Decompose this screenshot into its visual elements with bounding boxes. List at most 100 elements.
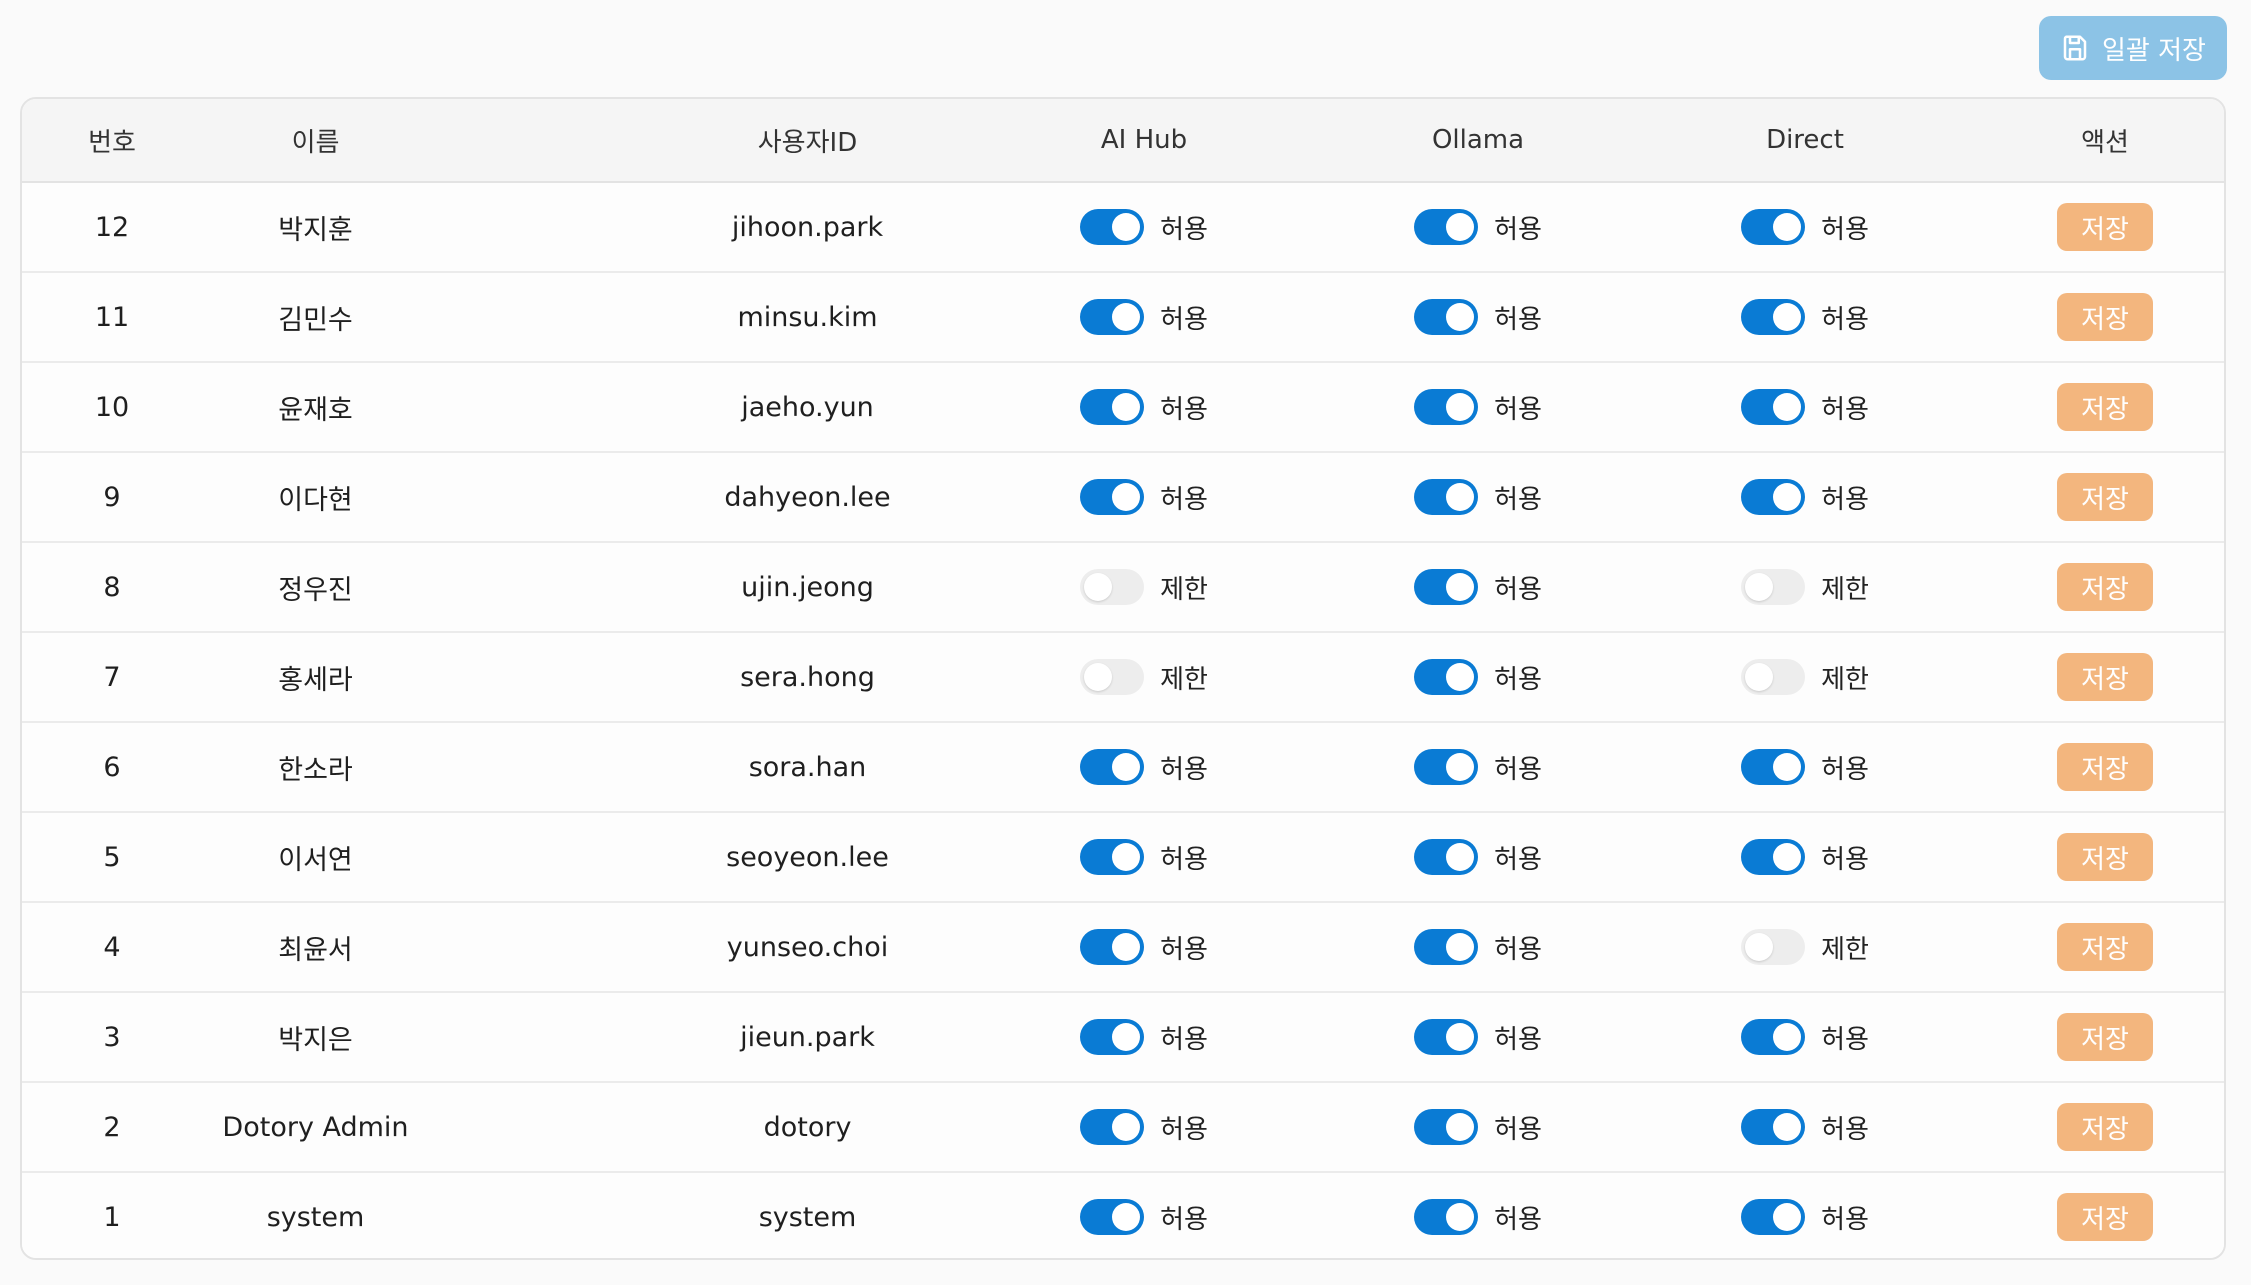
- ollama-status: 허용: [1494, 484, 1542, 515]
- direct-cell: 허용: [1585, 183, 2025, 271]
- action-cell: 저장: [1985, 903, 2224, 991]
- ai-hub-status: 허용: [1160, 1204, 1208, 1235]
- save-button[interactable]: 저장: [2057, 1193, 2153, 1241]
- ollama-toggle[interactable]: [1414, 929, 1479, 965]
- table-row: 5 이서연 seoyeon.lee 허용 허용 허용 저장: [22, 813, 2224, 903]
- save-button[interactable]: 저장: [2057, 203, 2153, 251]
- table-row: 4 최윤서 yunseo.choi 허용 허용 제한 저장: [22, 903, 2224, 993]
- toggle-knob: [1112, 393, 1141, 421]
- direct-toggle[interactable]: [1741, 659, 1806, 695]
- direct-toggle[interactable]: [1741, 839, 1806, 875]
- row-name: 정우진: [278, 574, 353, 606]
- ai-hub-toggle[interactable]: [1080, 1109, 1145, 1145]
- ai-hub-toggle[interactable]: [1080, 479, 1145, 515]
- direct-cell: 허용: [1585, 1173, 2025, 1258]
- direct-status: 허용: [1821, 1114, 1869, 1145]
- table-row: 1 system system 허용 허용 허용 저장: [22, 1173, 2224, 1258]
- direct-cell: 허용: [1585, 1083, 2025, 1171]
- ollama-toggle[interactable]: [1414, 209, 1479, 245]
- action-cell: 저장: [1985, 993, 2224, 1081]
- ai-hub-status: 제한: [1160, 664, 1208, 695]
- direct-toggle[interactable]: [1741, 389, 1806, 425]
- ai-hub-toggle[interactable]: [1080, 749, 1145, 785]
- direct-cell: 허용: [1585, 993, 2025, 1081]
- save-button[interactable]: 저장: [2057, 383, 2153, 431]
- toggle-knob: [1446, 303, 1475, 331]
- ai-hub-toggle[interactable]: [1080, 389, 1145, 425]
- table-row: 12 박지훈 jihoon.park 허용 허용 허용 저장: [22, 183, 2224, 273]
- action-cell: 저장: [1985, 813, 2224, 901]
- toggle-knob: [1446, 1023, 1475, 1051]
- save-button[interactable]: 저장: [2057, 1103, 2153, 1151]
- save-button[interactable]: 저장: [2057, 1013, 2153, 1061]
- direct-toggle[interactable]: [1741, 299, 1806, 335]
- ai-hub-toggle[interactable]: [1080, 1019, 1145, 1055]
- ai-hub-toggle[interactable]: [1080, 929, 1145, 965]
- direct-toggle[interactable]: [1741, 1109, 1806, 1145]
- toggle-knob: [1112, 843, 1141, 871]
- table-row: 11 김민수 minsu.kim 허용 허용 허용 저장: [22, 273, 2224, 363]
- row-name: 최윤서: [278, 934, 353, 966]
- toggle-knob: [1446, 483, 1475, 511]
- table-row: 9 이다현 dahyeon.lee 허용 허용 허용 저장: [22, 453, 2224, 543]
- direct-toggle[interactable]: [1741, 569, 1806, 605]
- row-name: 윤재호: [278, 394, 353, 426]
- ai-hub-status: 제한: [1160, 574, 1208, 605]
- row-name: system: [266, 1201, 365, 1233]
- ai-hub-status: 허용: [1160, 1024, 1208, 1055]
- ollama-toggle[interactable]: [1414, 389, 1479, 425]
- direct-toggle[interactable]: [1741, 929, 1806, 965]
- row-number: 10: [94, 391, 130, 423]
- ai-hub-toggle[interactable]: [1080, 1199, 1145, 1235]
- row-number: 6: [103, 751, 121, 783]
- direct-toggle[interactable]: [1741, 749, 1806, 785]
- ollama-status: 허용: [1494, 394, 1542, 425]
- toggle-knob: [1773, 393, 1802, 421]
- ai-hub-toggle[interactable]: [1080, 209, 1145, 245]
- save-button[interactable]: 저장: [2057, 653, 2153, 701]
- save-button[interactable]: 저장: [2057, 833, 2153, 881]
- direct-status: 허용: [1821, 1024, 1869, 1055]
- ollama-status: 허용: [1494, 1024, 1542, 1055]
- row-number: 5: [103, 841, 121, 873]
- toggle-knob: [1446, 753, 1475, 781]
- ollama-toggle[interactable]: [1414, 749, 1479, 785]
- direct-toggle[interactable]: [1741, 479, 1806, 515]
- bulk-save-button[interactable]: 일괄 저장: [2039, 16, 2227, 80]
- direct-status: 허용: [1821, 214, 1869, 245]
- ollama-toggle[interactable]: [1414, 299, 1479, 335]
- toggle-knob: [1773, 213, 1802, 241]
- save-button[interactable]: 저장: [2057, 473, 2153, 521]
- ollama-toggle[interactable]: [1414, 659, 1479, 695]
- ai-hub-toggle[interactable]: [1080, 299, 1145, 335]
- direct-toggle[interactable]: [1741, 1019, 1806, 1055]
- save-button[interactable]: 저장: [2057, 743, 2153, 791]
- action-cell: 저장: [1985, 1173, 2224, 1258]
- ollama-toggle[interactable]: [1414, 1199, 1479, 1235]
- direct-status: 제한: [1821, 934, 1869, 965]
- ollama-toggle[interactable]: [1414, 569, 1479, 605]
- save-button[interactable]: 저장: [2057, 563, 2153, 611]
- action-cell: 저장: [1985, 1083, 2224, 1171]
- ai-hub-toggle[interactable]: [1080, 659, 1145, 695]
- action-cell: 저장: [1985, 453, 2224, 541]
- ollama-status: 허용: [1494, 664, 1542, 695]
- ai-hub-status: 허용: [1160, 1114, 1208, 1145]
- toggle-knob: [1773, 843, 1802, 871]
- action-cell: 저장: [1985, 723, 2224, 811]
- action-cell: 저장: [1985, 273, 2224, 361]
- ollama-toggle[interactable]: [1414, 479, 1479, 515]
- row-name: 박지은: [278, 1024, 353, 1056]
- ollama-toggle[interactable]: [1414, 839, 1479, 875]
- ai-hub-toggle[interactable]: [1080, 569, 1145, 605]
- direct-toggle[interactable]: [1741, 209, 1806, 245]
- direct-status: 허용: [1821, 754, 1869, 785]
- row-name: 이다현: [278, 484, 353, 516]
- save-button[interactable]: 저장: [2057, 293, 2153, 341]
- ai-hub-toggle[interactable]: [1080, 839, 1145, 875]
- ollama-toggle[interactable]: [1414, 1019, 1479, 1055]
- ollama-toggle[interactable]: [1414, 1109, 1479, 1145]
- save-button[interactable]: 저장: [2057, 923, 2153, 971]
- direct-toggle[interactable]: [1741, 1199, 1806, 1235]
- table-row: 8 정우진 ujin.jeong 제한 허용 제한 저장: [22, 543, 2224, 633]
